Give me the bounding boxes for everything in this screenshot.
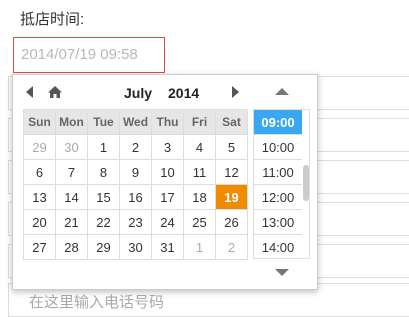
home-icon[interactable] [47,84,63,100]
time-option-selected[interactable]: 09:00 [254,110,302,135]
day-cell[interactable]: 25 [184,210,216,235]
prev-month-icon[interactable] [26,86,33,98]
day-cell[interactable]: 3 [152,135,184,160]
time-option[interactable]: 13:00 [254,210,302,235]
weekday-header: Sun [24,110,56,135]
time-option[interactable]: 12:00 [254,185,302,210]
time-list[interactable]: 09:00 10:00 11:00 12:00 13:00 14:00 [253,109,310,259]
day-cell[interactable]: 30 [56,135,88,160]
day-cell[interactable]: 15 [88,185,120,210]
day-cell[interactable]: 2 [120,135,152,160]
day-cell[interactable]: 18 [184,185,216,210]
day-cell[interactable]: 12 [216,160,248,185]
weekday-header: Thu [152,110,184,135]
time-up-icon[interactable] [275,88,289,95]
day-cell[interactable]: 11 [184,160,216,185]
day-cell[interactable]: 9 [120,160,152,185]
weekday-header: Fri [184,110,216,135]
calendar-grid: Sun Mon Tue Wed Thu Fri Sat 29 30 1 2 3 … [23,109,248,260]
arrival-time-input[interactable]: 2014/07/19 09:58 [13,37,165,73]
day-cell[interactable]: 1 [184,235,216,260]
arrival-time-label: 抵店时间: [20,11,85,28]
day-cell[interactable]: 7 [56,160,88,185]
day-cell[interactable]: 24 [152,210,184,235]
time-option[interactable]: 11:00 [254,160,302,185]
month-selector[interactable]: July [124,85,152,101]
day-cell[interactable]: 1 [88,135,120,160]
day-cell[interactable]: 31 [152,235,184,260]
day-cell[interactable]: 23 [120,210,152,235]
day-cell[interactable]: 21 [56,210,88,235]
day-cell[interactable]: 16 [120,185,152,210]
day-cell[interactable]: 27 [24,235,56,260]
time-option[interactable]: 14:00 [254,235,302,258]
next-month-icon[interactable] [232,86,239,98]
day-cell[interactable]: 2 [216,235,248,260]
time-option[interactable]: 10:00 [254,135,302,160]
day-cell[interactable]: 6 [24,160,56,185]
weekday-header: Tue [88,110,120,135]
weekday-header: Mon [56,110,88,135]
day-cell[interactable]: 26 [216,210,248,235]
day-cell[interactable]: 20 [24,210,56,235]
selected-day-cell[interactable]: 19 [216,185,248,210]
day-cell[interactable]: 4 [184,135,216,160]
day-cell[interactable]: 14 [56,185,88,210]
time-down-icon[interactable] [275,269,289,276]
day-cell[interactable]: 5 [216,135,248,160]
weekday-header: Wed [120,110,152,135]
phone-placeholder: 在这里输入电话号码 [29,294,165,311]
day-cell[interactable]: 30 [120,235,152,260]
day-cell[interactable]: 29 [24,135,56,160]
day-cell[interactable]: 29 [88,235,120,260]
day-cell[interactable]: 22 [88,210,120,235]
time-scrollbar[interactable] [303,165,309,201]
day-cell[interactable]: 13 [24,185,56,210]
day-cell[interactable]: 8 [88,160,120,185]
datetime-picker: July 2014 Sun Mon Tue Wed Thu Fri Sat 29… [12,74,318,290]
day-cell[interactable]: 28 [56,235,88,260]
day-cell[interactable]: 17 [152,185,184,210]
weekday-header: Sat [216,110,248,135]
year-selector[interactable]: 2014 [168,85,199,101]
day-cell[interactable]: 10 [152,160,184,185]
